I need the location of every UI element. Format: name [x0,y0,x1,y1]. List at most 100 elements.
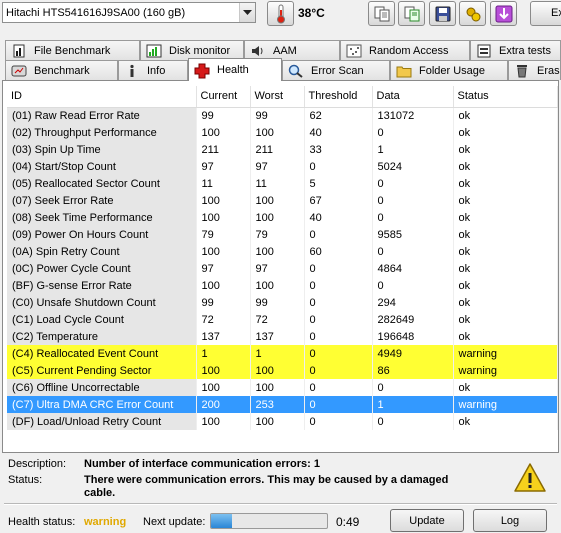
magnifier-icon [288,64,304,78]
table-body: (01) Raw Read Error Rate 99 99 62 131072 ok (0… [7,107,558,430]
options-icon[interactable] [459,1,486,26]
exit-button[interactable]: Ex [530,1,561,26]
table-row[interactable]: (C7) Ultra DMA CRC Error Count 200 253 0 1 wa… [7,396,558,413]
cell-data: 294 [372,294,454,311]
table-row[interactable]: (C6) Offline Uncorrectable 100 100 0 0 ok [7,379,558,396]
cell-threshold: 0 [304,379,373,396]
exit-button-label: Ex [551,7,561,19]
cell-threshold: 0 [304,345,373,362]
cell-data: 131072 [372,107,454,124]
tab-extra-tests[interactable]: Extra tests [470,40,561,60]
tab-aam[interactable]: AAM [244,40,340,60]
cell-data: 1 [372,141,454,158]
tab-label: Erase [537,64,560,77]
table-row[interactable]: (05) Reallocated Sector Count 11 11 5 0 ok [7,175,558,192]
toolbar: Hitachi HTS541616J9SA00 (160 gB) 38°C E [0,0,561,30]
copy-icon[interactable] [368,1,395,26]
tab-label: AAM [273,44,297,57]
cell-current: 97 [196,158,251,175]
tab-file-benchmark[interactable]: File Benchmark [5,40,140,60]
cell-worst: 99 [250,294,305,311]
cell-current: 79 [196,226,251,243]
cell-threshold: 0 [304,413,373,430]
save-icon[interactable] [429,1,456,26]
column-header-id[interactable]: ID [7,86,197,108]
cell-current: 11 [196,175,251,192]
tab-folder-usage[interactable]: Folder Usage [390,60,508,80]
copy-all-icon[interactable] [398,1,425,26]
next-update-label: Next update: [143,516,206,528]
cell-threshold: 0 [304,294,373,311]
column-header-worst[interactable]: Worst [250,86,305,108]
cell-worst: 100 [250,413,305,430]
cell-threshold: 62 [304,107,373,124]
cell-status: ok [453,260,558,277]
cell-status: ok [453,124,558,141]
table-row[interactable]: (0A) Spin Retry Count 100 100 60 0 ok [7,243,558,260]
description-area: Description: Number of interface communi… [0,458,561,500]
drive-select[interactable]: Hitachi HTS541616J9SA00 (160 gB) [2,2,256,23]
column-header-threshold[interactable]: Threshold [304,86,373,108]
cell-current: 137 [196,328,251,345]
random-access-icon [346,44,362,58]
thermometer-icon[interactable] [267,1,294,26]
tab-error-scan[interactable]: Error Scan [282,60,390,80]
benchmark-icon [11,64,27,78]
table-row[interactable]: (C2) Temperature 137 137 0 196648 ok [7,328,558,345]
tab-random-access[interactable]: Random Access [340,40,470,60]
cell-current: 72 [196,311,251,328]
cell-worst: 100 [250,209,305,226]
tab-erase[interactable]: Erase [508,60,561,80]
tab-health[interactable]: Health [188,58,282,81]
cell-threshold: 0 [304,277,373,294]
cell-worst: 1 [250,345,305,362]
table-row[interactable]: (04) Start/Stop Count 97 97 0 5024 ok [7,158,558,175]
table-row[interactable]: (07) Seek Error Rate 100 100 67 0 ok [7,192,558,209]
cell-current: 211 [196,141,251,158]
cell-worst: 97 [250,158,305,175]
cell-threshold: 0 [304,362,373,379]
tab-benchmark[interactable]: Benchmark [5,60,118,80]
table-row[interactable]: (09) Power On Hours Count 79 79 0 9585 ok [7,226,558,243]
table-row[interactable]: (0C) Power Cycle Count 97 97 0 4864 ok [7,260,558,277]
cell-id: (09) Power On Hours Count [7,226,197,243]
table-row[interactable]: (BF) G-sense Error Rate 100 100 0 0 ok [7,277,558,294]
table-header-row: ID Current Worst Threshold Data Status [7,86,558,108]
table-row[interactable]: (C5) Current Pending Sector 100 100 0 86 warn… [7,362,558,379]
table-row[interactable]: (02) Throughput Performance 100 100 40 0 ok [7,124,558,141]
tab-label: Random Access [369,44,449,57]
cell-data: 0 [372,413,454,430]
tab-info[interactable]: Info [118,60,188,80]
screenshot-arrow-icon[interactable] [490,1,517,26]
cell-worst: 79 [250,226,305,243]
column-header-data[interactable]: Data [372,86,454,108]
cell-data: 0 [372,209,454,226]
cell-status: ok [453,328,558,345]
cell-threshold: 67 [304,192,373,209]
tab-label: Benchmark [34,64,90,77]
cell-id: (C2) Temperature [7,328,197,345]
smart-attributes-table: ID Current Worst Threshold Data Status (… [7,86,558,430]
table-row[interactable]: (01) Raw Read Error Rate 99 99 62 131072 ok [7,107,558,124]
column-header-current[interactable]: Current [196,86,251,108]
table-row[interactable]: (DF) Load/Unload Retry Count 100 100 0 0 ok [7,413,558,430]
update-button[interactable]: Update [390,509,464,532]
cell-id: (BF) G-sense Error Rate [7,277,197,294]
cell-worst: 11 [250,175,305,192]
chevron-down-icon[interactable] [239,3,255,22]
cell-data: 9585 [372,226,454,243]
cell-worst: 100 [250,124,305,141]
table-row[interactable]: (08) Seek Time Performance 100 100 40 0 ok [7,209,558,226]
tab-disk-monitor[interactable]: Disk monitor [140,40,244,60]
column-header-status[interactable]: Status [453,86,558,108]
cell-current: 100 [196,379,251,396]
cell-data: 0 [372,124,454,141]
cell-threshold: 0 [304,158,373,175]
table-row[interactable]: (C0) Unsafe Shutdown Count 99 99 0 294 ok [7,294,558,311]
table-row[interactable]: (C1) Load Cycle Count 72 72 0 282649 ok [7,311,558,328]
table-row[interactable]: (C4) Reallocated Event Count 1 1 0 4949 warni… [7,345,558,362]
table-row[interactable]: (03) Spin Up Time 211 211 33 1 ok [7,141,558,158]
cell-data: 86 [372,362,454,379]
log-button[interactable]: Log [473,509,547,532]
tab-label: Disk monitor [169,44,231,57]
